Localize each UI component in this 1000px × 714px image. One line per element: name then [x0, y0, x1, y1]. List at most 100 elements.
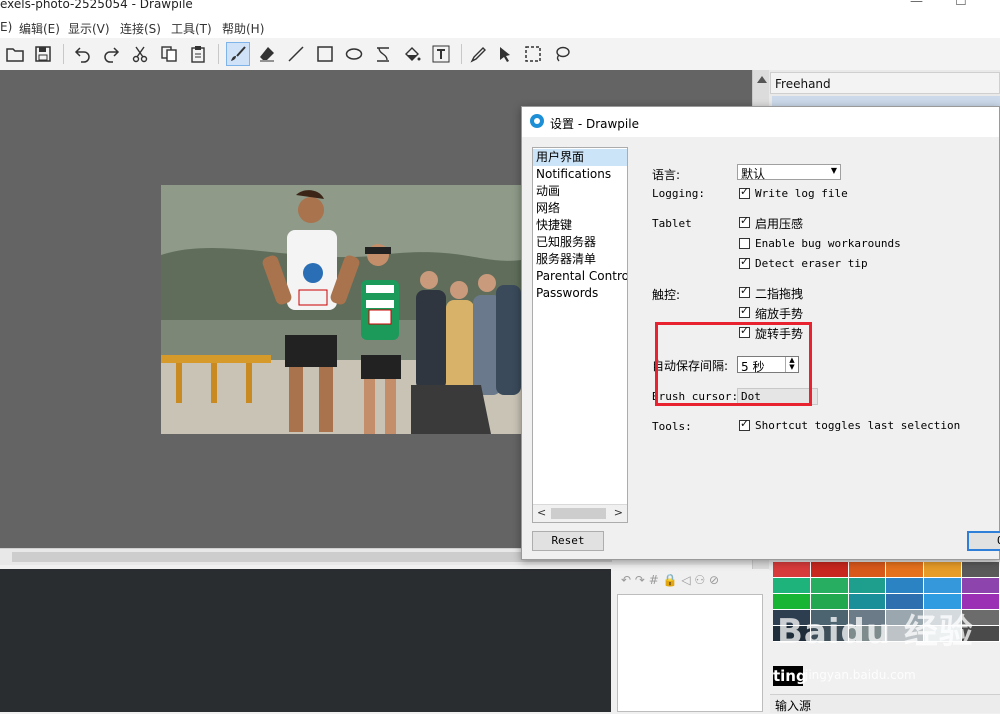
selection-arrow-icon[interactable]: [493, 42, 517, 66]
menu-file[interactable]: E): [0, 20, 12, 34]
curve-icon[interactable]: [371, 42, 395, 66]
chevron-down-icon: ▼: [830, 166, 837, 175]
language-value: 默认: [741, 167, 766, 181]
toolbar-separator: [461, 44, 462, 64]
highlight-box: [655, 322, 812, 406]
menu-connect[interactable]: 连接(S): [120, 20, 161, 37]
category-list-scrollbar[interactable]: < >: [533, 504, 627, 522]
layers-list[interactable]: [617, 594, 763, 712]
category-item[interactable]: Notifications: [533, 166, 627, 183]
pressure-label: 启用压感: [755, 217, 804, 231]
ok-button[interactable]: O: [967, 531, 1000, 551]
touch-label: 触控:: [652, 288, 681, 302]
bug-workarounds-label: Enable bug workarounds: [755, 237, 901, 250]
shortcut-toggle-checkbox[interactable]: [739, 417, 750, 431]
menu-tools[interactable]: 工具(T): [171, 20, 212, 37]
line-icon[interactable]: [284, 42, 308, 66]
paste-icon[interactable]: [186, 42, 210, 66]
palette-color[interactable]: [773, 578, 811, 594]
shortcut-toggle-label: Shortcut toggles last selection: [755, 419, 961, 432]
palette-color[interactable]: [924, 562, 963, 578]
cut-icon[interactable]: [128, 42, 152, 66]
maximize-button[interactable]: ☐: [955, 0, 967, 9]
chat-area[interactable]: [0, 569, 611, 712]
tool-panel-title: Freehand: [775, 77, 831, 91]
eraser-tip-checkbox[interactable]: [739, 255, 750, 269]
two-finger-drag-checkbox[interactable]: [739, 284, 750, 298]
palette-color[interactable]: [773, 562, 811, 578]
input-source-panel: 输入源: [770, 694, 1000, 713]
palette-color[interactable]: [810, 578, 849, 594]
ellipse-icon[interactable]: [342, 42, 366, 66]
collapse-arrow-icon[interactable]: [757, 76, 767, 83]
menu-help[interactable]: 帮助(H): [222, 20, 264, 37]
pressure-checkbox[interactable]: [739, 214, 750, 228]
logging-label: Logging:: [652, 187, 705, 200]
category-item[interactable]: 服务器清单: [533, 251, 627, 268]
window-titlebar: exels-photo-2525054 - Drawpile — ☐: [0, 0, 1000, 14]
palette-color[interactable]: [924, 578, 963, 594]
category-item[interactable]: Passwords: [533, 285, 627, 302]
toolbar-separator: [63, 44, 64, 64]
brush-icon[interactable]: [226, 42, 250, 66]
folder-open-icon[interactable]: [3, 42, 27, 66]
category-item[interactable]: Parental Controls: [533, 268, 627, 285]
layers-toolbar-glyphs[interactable]: ↶ ↷ # 🔒 ◁ ⚇ ⊘: [621, 573, 719, 587]
lasso-icon[interactable]: [550, 42, 574, 66]
save-icon[interactable]: [31, 42, 55, 66]
scroll-right-icon[interactable]: >: [614, 506, 623, 519]
palette-color[interactable]: [886, 562, 925, 578]
main-toolbar: [0, 38, 1000, 71]
menu-bar: E) 编辑(E) 显示(V) 连接(S) 工具(T) 帮助(H): [0, 14, 1000, 38]
palette-color[interactable]: [848, 578, 887, 594]
input-source-title: 输入源: [775, 699, 812, 713]
eraser-tip-label: Detect eraser tip: [755, 257, 868, 270]
menu-edit[interactable]: 编辑(E): [19, 20, 60, 37]
toolbar-separator: [218, 44, 219, 64]
pinch-zoom-checkbox[interactable]: [739, 304, 750, 318]
tablet-label: Tablet: [652, 217, 692, 230]
scroll-left-icon[interactable]: <: [537, 506, 546, 519]
copy-icon[interactable]: [157, 42, 181, 66]
dialog-titlebar: 设置 - Drawpile: [522, 107, 999, 137]
category-item[interactable]: 网络: [533, 200, 627, 217]
pinch-zoom-label: 缩放手势: [755, 307, 804, 321]
layers-toolbar: ↶ ↷ # 🔒 ◁ ⚇ ⊘: [611, 569, 769, 593]
palette-color[interactable]: [810, 562, 849, 578]
rect-select-icon[interactable]: [521, 42, 545, 66]
language-select[interactable]: 默认 ▼: [737, 164, 841, 181]
two-finger-drag-label: 二指拖拽: [755, 287, 804, 301]
write-log-label: Write log file: [755, 187, 848, 200]
canvas-photo-image: [161, 185, 521, 434]
category-item[interactable]: 已知服务器: [533, 234, 627, 251]
category-item[interactable]: 用户界面: [533, 149, 627, 166]
fill-bucket-icon[interactable]: [400, 42, 424, 66]
settings-category-list[interactable]: 用户界面 Notifications 动画 网络 快捷键 已知服务器 服务器清单…: [532, 147, 628, 523]
write-log-checkbox[interactable]: [739, 185, 750, 199]
window-title: exels-photo-2525054 - Drawpile: [0, 0, 193, 11]
minimize-button[interactable]: —: [910, 0, 923, 9]
rectangle-icon[interactable]: [313, 42, 337, 66]
tool-settings-panel: Freehand: [770, 72, 1000, 94]
baidu-watermark: Baidu 经验: [777, 612, 974, 652]
reset-button[interactable]: Reset: [532, 531, 604, 551]
drawpile-logo-icon: [530, 114, 544, 128]
category-item[interactable]: 快捷键: [533, 217, 627, 234]
palette-color[interactable]: [962, 578, 1000, 594]
bug-workarounds-checkbox[interactable]: [739, 238, 750, 249]
brush-preset-strip[interactable]: [772, 96, 1000, 106]
palette-color[interactable]: [848, 562, 887, 578]
palette-color[interactable]: [886, 578, 925, 594]
baidu-watermark-url: jingyan.baidu.com: [805, 668, 916, 682]
language-label: 语言:: [652, 168, 681, 182]
undo-icon[interactable]: [71, 42, 95, 66]
color-picker-icon[interactable]: [465, 42, 489, 66]
palette-color[interactable]: [962, 562, 1000, 578]
redo-icon[interactable]: [99, 42, 123, 66]
eraser-icon[interactable]: [255, 42, 279, 66]
tools-label: Tools:: [652, 420, 692, 433]
text-icon[interactable]: [429, 42, 453, 66]
category-item[interactable]: 动画: [533, 183, 627, 200]
current-color-swatch[interactable]: ting: [773, 666, 807, 686]
menu-view[interactable]: 显示(V): [68, 20, 110, 37]
